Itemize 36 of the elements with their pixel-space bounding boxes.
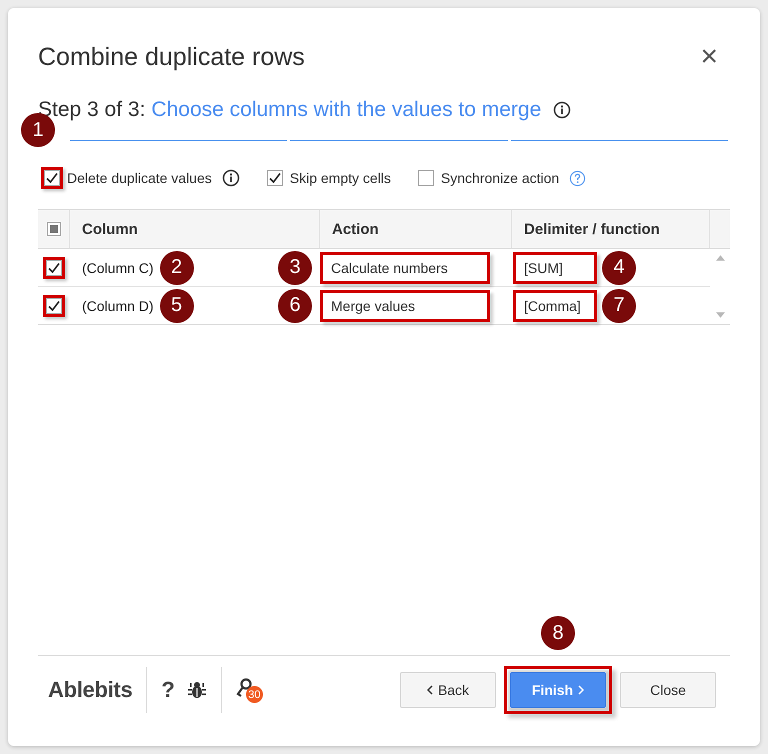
callout-number: 5 — [160, 288, 194, 322]
option-label: Skip empty cells — [290, 170, 391, 186]
checkbox[interactable] — [418, 170, 434, 186]
select-all-checkbox[interactable] — [46, 222, 60, 236]
column-name: (Column D) — [82, 298, 154, 314]
brand-logo: Ablebits — [48, 677, 132, 703]
callout-number: 8 — [541, 616, 575, 650]
chevron-right-icon — [578, 685, 584, 695]
notification-badge: 30 — [246, 686, 263, 703]
column-header: Action — [320, 210, 512, 248]
step-title: Choose columns with the values to merge — [151, 98, 542, 122]
callout-number: 4 — [602, 250, 636, 284]
close-button[interactable]: × — [688, 42, 730, 72]
help-icon[interactable] — [569, 170, 586, 186]
callout-number: 6 — [278, 288, 312, 322]
callout-number: 7 — [602, 288, 636, 322]
dialog-title: Combine duplicate rows — [38, 42, 305, 72]
delimiter-dropdown[interactable]: [SUM] — [516, 254, 594, 280]
back-button[interactable]: Back — [400, 672, 496, 708]
delimiter-dropdown[interactable]: [Comma] — [516, 292, 594, 318]
close-button[interactable]: Close — [620, 672, 716, 708]
option-label: Delete duplicate values — [67, 170, 212, 186]
column-name: (Column C) — [82, 260, 154, 276]
column-header: Column — [70, 210, 320, 248]
action-dropdown[interactable]: Merge values — [323, 292, 487, 318]
help-link[interactable]: ? — [161, 677, 175, 703]
column-header: Delimiter / function — [512, 210, 710, 248]
info-icon[interactable] — [553, 101, 572, 119]
callout-number: 2 — [160, 250, 194, 284]
chevron-left-icon — [426, 685, 433, 695]
callout-number: 3 — [278, 250, 312, 284]
option-label: Synchronize action — [440, 170, 560, 186]
info-icon[interactable] — [222, 169, 240, 187]
action-dropdown[interactable]: Calculate numbers — [323, 254, 487, 280]
checkbox[interactable] — [266, 170, 283, 186]
bug-icon[interactable] — [186, 680, 207, 700]
